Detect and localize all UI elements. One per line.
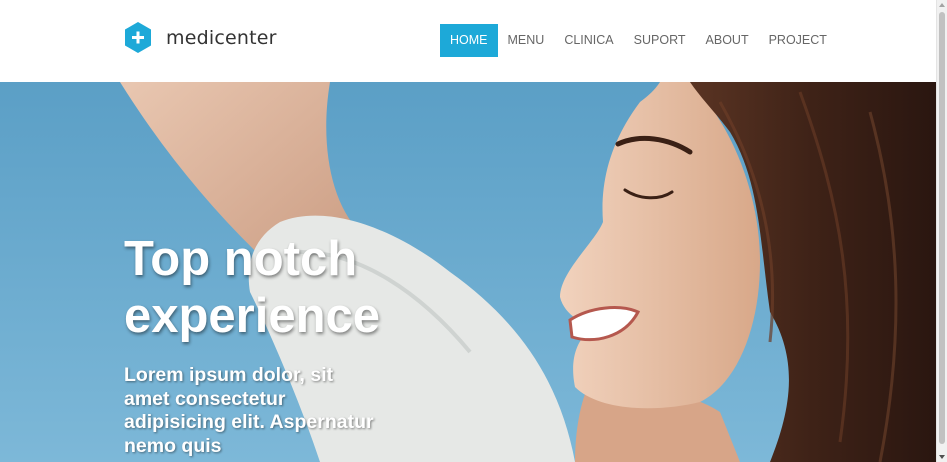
nav-item-project[interactable]: PROJECT (759, 24, 837, 57)
scroll-down-arrow-icon[interactable] (939, 455, 945, 459)
scroll-up-arrow-icon[interactable] (939, 3, 945, 7)
page-scrollbar[interactable] (936, 0, 947, 462)
hero-banner: Top notch experience Lorem ipsum dolor, … (0, 82, 936, 462)
main-nav: HOME MENU CLINICA SUPORT ABOUT PROJECT (440, 24, 837, 57)
brand-name: medicenter (166, 26, 277, 49)
nav-item-home[interactable]: HOME (440, 24, 498, 57)
scrollbar-thumb[interactable] (939, 12, 945, 444)
page: medicenter HOME MENU CLINICA SUPORT ABOU… (0, 0, 947, 462)
nav-item-suport[interactable]: SUPORT (624, 24, 696, 57)
nav-item-about[interactable]: ABOUT (696, 24, 759, 57)
site-header: medicenter HOME MENU CLINICA SUPORT ABOU… (0, 0, 936, 82)
hero-description: Lorem ipsum dolor, sit amet consectetur … (124, 364, 374, 457)
hero-title: Top notch experience (124, 232, 381, 343)
nav-item-clinica[interactable]: CLINICA (554, 24, 623, 57)
brand-logo[interactable]: medicenter (124, 22, 277, 53)
hexagon-plus-icon (125, 22, 151, 53)
nav-item-menu[interactable]: MENU (498, 24, 555, 57)
